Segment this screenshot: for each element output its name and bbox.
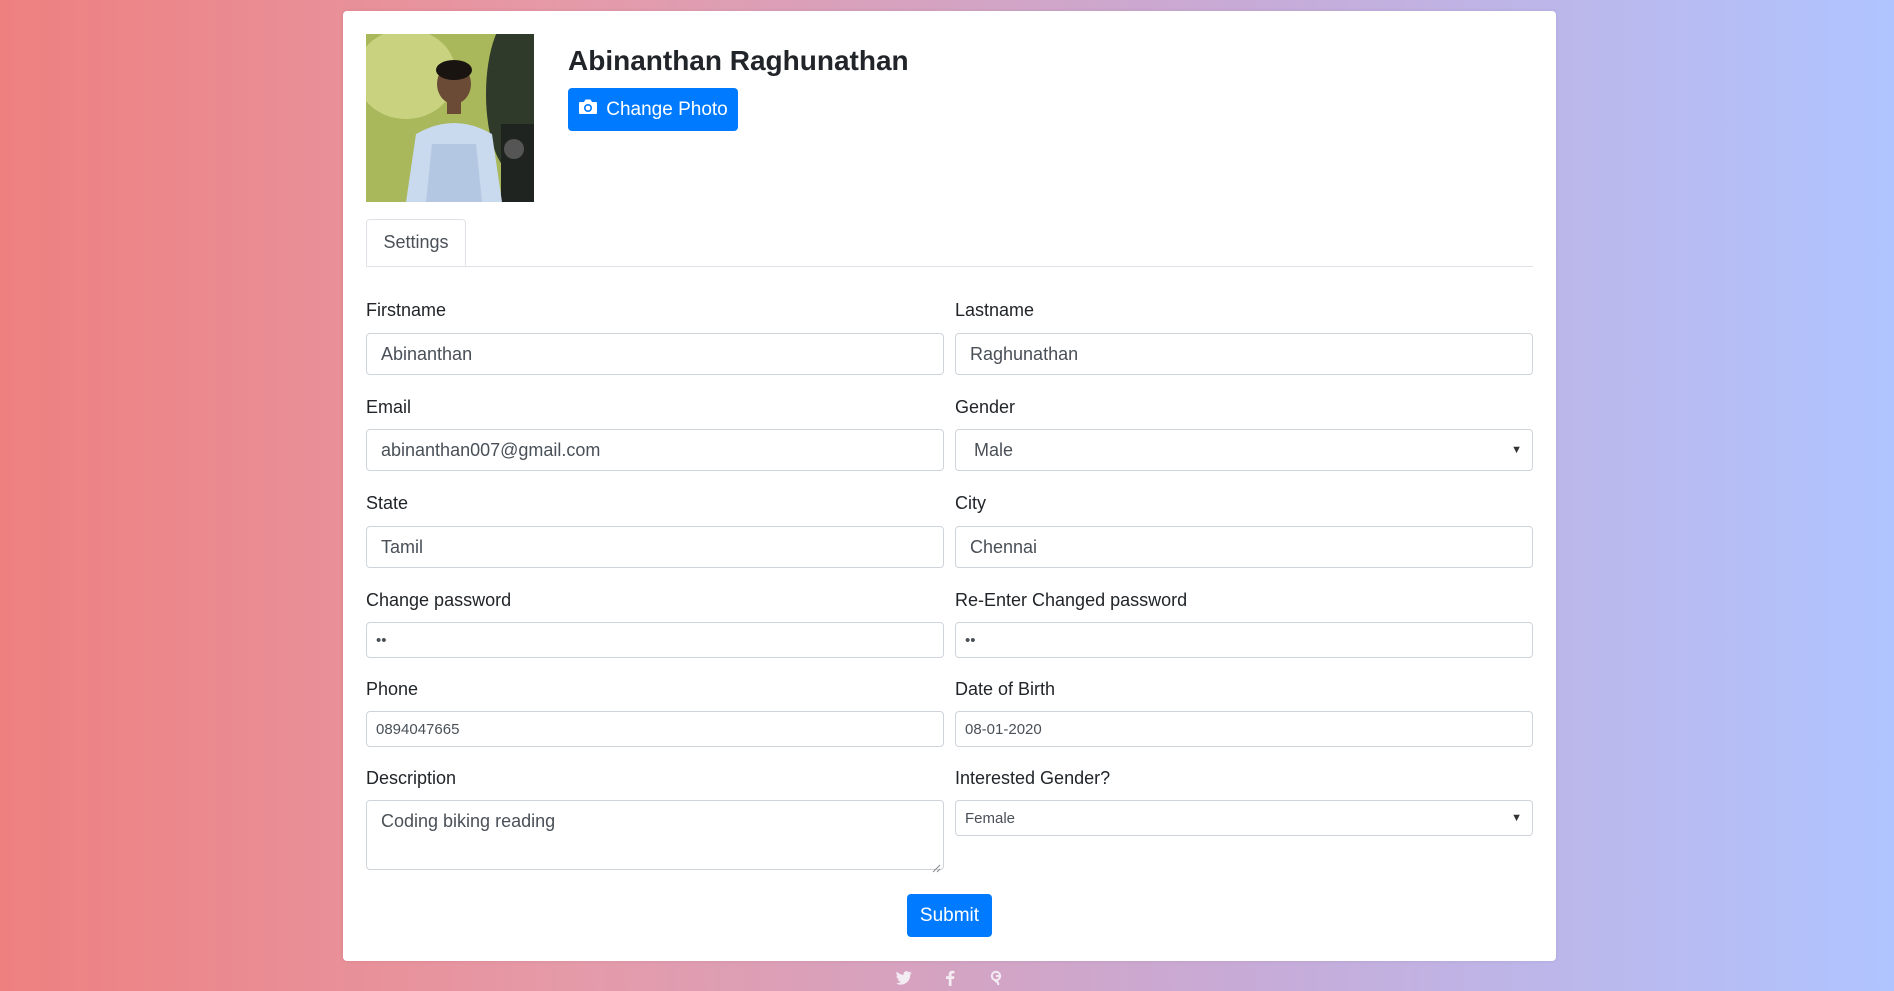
change-photo-button[interactable]: Change Photo: [568, 88, 738, 131]
change-photo-label: Change Photo: [606, 98, 728, 120]
lastname-label: Lastname: [955, 300, 1035, 320]
reenter-password-input[interactable]: ••: [955, 622, 1533, 658]
description-text: Coding biking reading: [381, 811, 556, 831]
profile-card: Abinanthan Raghunathan Change Photo Sett…: [343, 11, 1556, 961]
description-textarea[interactable]: Coding biking reading: [366, 800, 944, 873]
dob-input[interactable]: 08-01-2020: [955, 711, 1533, 747]
change-password-input[interactable]: ••: [366, 622, 944, 658]
facebook-icon[interactable]: [945, 970, 955, 991]
dob-label: Date of Birth: [955, 679, 1056, 699]
state-input[interactable]: Tamil: [366, 526, 944, 568]
state-label: State: [366, 493, 409, 513]
profile-name: Abinanthan Raghunathan: [568, 45, 909, 76]
email-label: Email: [366, 397, 412, 417]
profile-avatar: [366, 34, 534, 202]
google-plus-icon[interactable]: [990, 970, 1004, 991]
interested-gender-select[interactable]: Female ▼: [955, 800, 1533, 836]
caret-down-icon: ▼: [1511, 812, 1522, 824]
lastname-input[interactable]: Raghunathan: [955, 333, 1533, 375]
phone-input[interactable]: 0894047665: [366, 711, 944, 747]
gender-select[interactable]: Male ▼: [955, 429, 1533, 471]
reenter-password-label: Re-Enter Changed password: [955, 590, 1188, 610]
email-input[interactable]: abinanthan007@gmail.com: [366, 429, 944, 471]
caret-down-icon: ▼: [1511, 444, 1522, 456]
city-input[interactable]: Chennai: [955, 526, 1533, 568]
phone-label: Phone: [366, 679, 419, 699]
city-label: City: [955, 493, 986, 513]
tab-settings[interactable]: Settings: [366, 219, 466, 266]
twitter-icon[interactable]: [895, 970, 913, 991]
gender-select-value: Male: [974, 439, 1014, 460]
tab-bar: Settings: [366, 219, 1533, 267]
firstname-input[interactable]: Abinanthan: [366, 333, 944, 375]
change-password-label: Change password: [366, 590, 512, 610]
gender-label: Gender: [955, 397, 1016, 417]
firstname-label: Firstname: [366, 300, 447, 320]
interested-gender-label: Interested Gender?: [955, 768, 1111, 788]
description-label: Description: [366, 768, 457, 788]
submit-button[interactable]: Submit: [907, 894, 992, 937]
resize-grip-icon[interactable]: [931, 857, 941, 873]
camera-icon: [578, 98, 598, 121]
interested-gender-value: Female: [965, 809, 1016, 827]
